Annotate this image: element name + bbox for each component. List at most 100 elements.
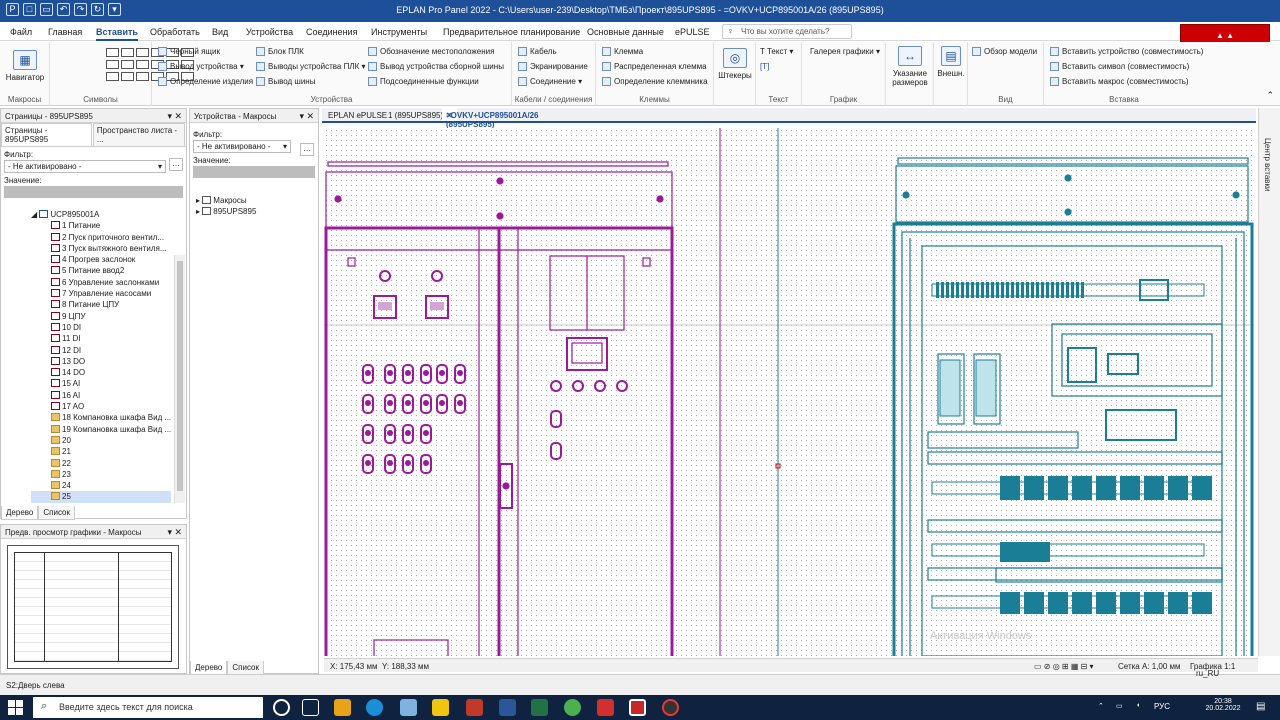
device-connection-point-button[interactable]: Вывод устройства ▾ <box>158 62 244 72</box>
scrollbar-thumb[interactable] <box>177 261 183 491</box>
distributed-terminal-button[interactable]: Распределенная клемма <box>602 62 707 72</box>
tab-view[interactable]: Вид <box>212 27 228 37</box>
page-tree-item[interactable]: 4 Прогрев заслонок <box>31 254 171 265</box>
pdf-reader-icon[interactable] <box>597 699 614 716</box>
tab-home[interactable]: Главная <box>48 27 82 37</box>
edge-icon[interactable] <box>366 699 383 716</box>
page-tree-item[interactable]: 22 <box>31 458 171 469</box>
language-indicator[interactable]: РУС <box>1154 702 1170 711</box>
model-overview-button[interactable]: Обзор модели <box>972 47 1037 57</box>
tab-tree[interactable]: Дерево <box>190 661 228 675</box>
tab-pages[interactable]: Страницы - 895UPS895 <box>1 123 92 146</box>
tab-file[interactable]: Файл <box>10 27 32 37</box>
scrollbar[interactable] <box>174 255 185 503</box>
macros-value-field[interactable] <box>193 166 315 178</box>
tab-devices[interactable]: Устройства <box>246 27 293 37</box>
word-icon[interactable] <box>499 699 516 716</box>
task-view-icon[interactable] <box>302 699 319 716</box>
tab-list[interactable]: Список <box>38 506 75 520</box>
mail-icon[interactable] <box>400 699 417 716</box>
page-tree-item[interactable]: 9 ЦПУ <box>31 311 171 322</box>
plc-box-button[interactable]: Блок ПЛК <box>256 47 304 57</box>
symbol-icon[interactable] <box>121 48 134 57</box>
bus-port-button[interactable]: Вывод шины <box>256 77 315 87</box>
notifications-icon[interactable]: ▤ <box>1256 701 1265 712</box>
page-tree-item[interactable]: 15 AI <box>31 378 171 389</box>
dimensions-button[interactable]: ↔ Указание размеров <box>888 46 932 87</box>
macros-tree[interactable]: ▸ Макросы ▸ 895UPS895 <box>196 195 256 218</box>
close-icon[interactable]: ▾ ✕ <box>167 527 182 538</box>
tab-tools[interactable]: Инструменты <box>371 27 427 37</box>
part-definition-button[interactable]: Определение изделия <box>158 77 253 87</box>
cortana-icon[interactable] <box>273 699 290 716</box>
symbol-icon[interactable] <box>136 48 149 57</box>
insert-device-compat-button[interactable]: Вставить устройство (совместимость) <box>1050 47 1203 57</box>
tree-item[interactable]: ▸ 895UPS895 <box>196 206 256 217</box>
tree-item[interactable]: ▸ Макросы <box>196 195 256 206</box>
connection-button[interactable]: Соединение ▾ <box>518 77 582 87</box>
symbol-icon[interactable] <box>136 72 149 81</box>
pages-tree[interactable]: ◢ UCP895001A 1 Питание 2 Пуск приточного … <box>31 209 171 503</box>
macros-filter-select[interactable]: - Не активировано - ▾ <box>193 140 291 153</box>
page-tree-item[interactable]: 8 Питание ЦПУ <box>31 299 171 310</box>
file-explorer-icon[interactable] <box>334 699 351 716</box>
page-tree-item[interactable]: 19 Компановка шкафа Вид ... <box>31 424 171 435</box>
page-tree-item[interactable]: 2 Пуск приточного вентил... <box>31 232 171 243</box>
tab-preplanning[interactable]: Предварительное планирование <box>443 27 580 37</box>
page-tree-item[interactable]: 17 AO <box>31 401 171 412</box>
text-alt-button[interactable]: [T] <box>760 62 769 71</box>
expand-icon[interactable]: ◢ <box>31 210 39 219</box>
insert-macro-compat-button[interactable]: Вставить макрос (совместимость) <box>1050 77 1189 87</box>
tab-edit[interactable]: Обработать <box>150 27 200 37</box>
eplan-taskbar-icon[interactable] <box>629 699 646 716</box>
tab-connections[interactable]: Соединения <box>306 27 357 37</box>
page-tree-item[interactable]: 3 Пуск вытяжного вентиля... <box>31 243 171 254</box>
insertion-center-tab[interactable]: Центр вставки <box>1258 108 1280 656</box>
grid-setting[interactable]: Сетка A: 1,00 мм <box>1118 662 1181 671</box>
page-tree-item[interactable]: 25 <box>31 491 171 503</box>
connected-functions-button[interactable]: Подсоединенные функции <box>368 77 479 87</box>
graphics-gallery-button[interactable]: Галерея графики ▾ <box>810 47 880 56</box>
drawing-canvas[interactable]: Активация Windows <box>324 128 1254 656</box>
symbol-icon[interactable] <box>136 60 149 69</box>
volume-icon[interactable]: ◖ <box>1136 702 1140 709</box>
insert-symbol-compat-button[interactable]: Вставить символ (совместимость) <box>1050 62 1189 72</box>
tab-layout-space[interactable]: Пространство листа - ... <box>92 123 185 146</box>
chrome-icon[interactable] <box>564 699 581 716</box>
page-tree-item[interactable]: 11 DI <box>31 333 171 344</box>
page-tree-item[interactable]: 7 Управление насосами <box>31 288 171 299</box>
folder-icon[interactable] <box>432 699 449 716</box>
tab-page-1[interactable]: 1 (895UPS895) <box>388 111 443 120</box>
terminal-strip-definition-button[interactable]: Определение клеммника <box>602 77 708 87</box>
tree-root[interactable]: ◢ UCP895001A <box>31 209 171 220</box>
clock[interactable]: 20:38 20.02.2022 <box>1200 698 1246 712</box>
value-field[interactable] <box>4 186 183 198</box>
acrobat-icon[interactable] <box>466 699 483 716</box>
symbol-icon[interactable] <box>106 72 119 81</box>
page-tree-item[interactable]: 13 DO <box>31 356 171 367</box>
external-button[interactable]: ▤ Внешн. <box>934 46 968 78</box>
tab-epulse-doc[interactable]: EPLAN ePULSE <box>328 111 387 120</box>
symbol-icon[interactable] <box>121 72 134 81</box>
plc-pins-button[interactable]: Выводы устройства ПЛК ▾ <box>256 62 366 72</box>
tab-tree[interactable]: Дерево <box>1 506 39 520</box>
tray-overflow-icon[interactable]: ⌃ <box>1098 702 1104 710</box>
page-tree-item[interactable]: 21 <box>31 446 171 457</box>
page-tree-item[interactable]: 16 AI <box>31 390 171 401</box>
excel-icon[interactable] <box>531 699 548 716</box>
page-tree-item[interactable]: 12 DI <box>31 345 171 356</box>
tab-master-data[interactable]: Основные данные <box>587 27 664 37</box>
page-tree-item[interactable]: 10 DI <box>31 322 171 333</box>
black-box-button[interactable]: Черный ящик <box>158 47 220 57</box>
tab-epulse[interactable]: ePULSE <box>675 27 710 37</box>
recorder-icon[interactable] <box>662 699 679 716</box>
plugs-button[interactable]: ◎ Штекеры <box>716 48 754 80</box>
busbar-pin-button[interactable]: Вывод устройства сборной шины <box>368 62 504 72</box>
symbol-icon[interactable] <box>121 60 134 69</box>
macros-filter-more-button[interactable]: … <box>300 143 314 156</box>
collapse-ribbon-icon[interactable]: ⌃ <box>1266 90 1274 101</box>
location-box-button[interactable]: Обозначение местоположения <box>368 47 494 57</box>
page-tree-item[interactable]: 18 Компановка шкафа Вид ... <box>31 412 171 423</box>
close-icon[interactable]: ▾ ✕ <box>167 111 182 122</box>
page-tree-item[interactable]: 20 <box>31 435 171 446</box>
